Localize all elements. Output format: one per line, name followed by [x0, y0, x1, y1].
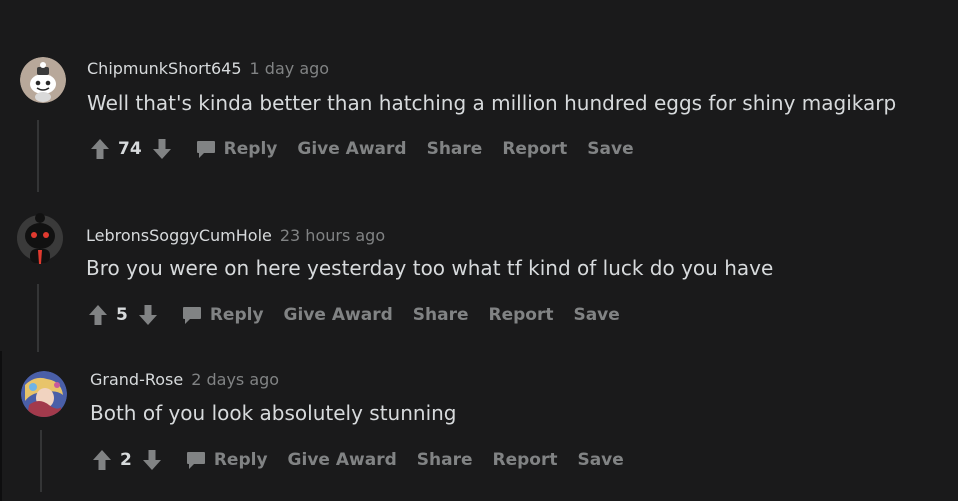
give-award-button[interactable]: Give Award	[288, 450, 397, 470]
reply-label: Reply	[213, 450, 268, 470]
reply-button[interactable]: Reply	[186, 450, 268, 470]
thread-line[interactable]	[40, 430, 42, 492]
share-button[interactable]: Share	[417, 450, 473, 470]
comment-actions: 2 Reply Give Award Share Report Save	[90, 448, 624, 472]
upvote-icon[interactable]	[90, 448, 114, 472]
report-button[interactable]: Report	[492, 450, 557, 470]
comment: Grand-Rose 2 days ago Both of you look a…	[0, 0, 958, 501]
comment-icon	[186, 451, 205, 469]
username[interactable]: Grand-Rose	[90, 370, 183, 389]
save-button[interactable]: Save	[577, 450, 623, 470]
comment-thread: ChipmunkShort645 1 day ago Well that's k…	[0, 0, 958, 501]
timestamp[interactable]: 2 days ago	[191, 370, 279, 389]
comment-body: Both of you look absolutely stunning	[90, 401, 457, 425]
comment-meta: Grand-Rose 2 days ago	[90, 370, 279, 389]
downvote-icon[interactable]	[140, 448, 164, 472]
anime-avatar-icon[interactable]	[21, 371, 67, 417]
vote-score: 2	[120, 450, 132, 470]
